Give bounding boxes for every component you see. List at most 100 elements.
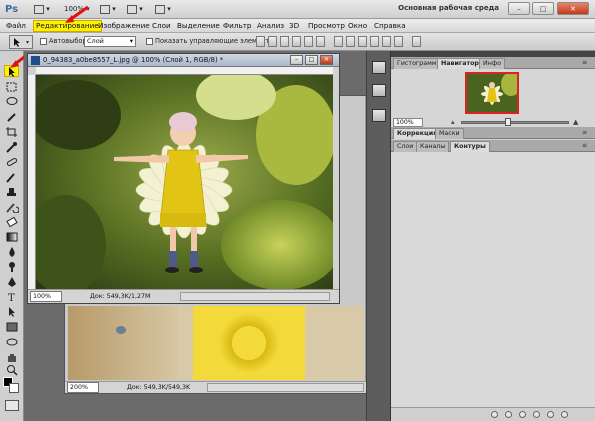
menu-3d[interactable]: 3D bbox=[287, 20, 301, 32]
panel-menu-icon-2[interactable]: ≡ bbox=[582, 129, 592, 136]
autoselect-checkbox[interactable]: Автовыбор: bbox=[40, 37, 89, 45]
auto-align-icon[interactable] bbox=[412, 36, 421, 47]
menu-filter[interactable]: Фильтр bbox=[221, 20, 253, 32]
type-tool[interactable]: T bbox=[4, 291, 19, 304]
distribute-right-icon[interactable] bbox=[394, 36, 403, 47]
move-tool-preset[interactable] bbox=[9, 35, 33, 49]
extras-icon[interactable]: ▾ bbox=[100, 3, 116, 15]
menu-window[interactable]: Окно bbox=[346, 20, 369, 32]
path-selection-tool[interactable] bbox=[4, 306, 19, 318]
secondary-horizontal-scrollbar[interactable] bbox=[207, 383, 364, 392]
eraser-tool[interactable] bbox=[4, 216, 19, 228]
screen-mode-icon[interactable]: ▾ bbox=[155, 3, 171, 15]
photo-canvas[interactable] bbox=[36, 75, 333, 291]
distribute-top-icon[interactable] bbox=[334, 36, 343, 47]
path-select-icon bbox=[9, 307, 15, 317]
panel-menu-icon[interactable]: ≡ bbox=[582, 59, 592, 66]
zoom-out-icon[interactable]: ▴ bbox=[451, 118, 455, 126]
new-path-icon[interactable] bbox=[547, 411, 554, 418]
distribute-left-icon[interactable] bbox=[370, 36, 379, 47]
brush-tool[interactable] bbox=[4, 171, 19, 183]
make-work-path-icon[interactable] bbox=[533, 411, 540, 418]
gradient-tool[interactable] bbox=[4, 231, 19, 243]
type-icon: T bbox=[8, 293, 15, 304]
horizontal-ruler[interactable] bbox=[36, 67, 333, 75]
workspace-switcher[interactable]: Основная рабочая среда bbox=[398, 4, 499, 12]
navigator-zoom-slider[interactable] bbox=[461, 121, 569, 124]
3d-rotate-tool[interactable] bbox=[4, 336, 19, 348]
stroke-path-icon[interactable] bbox=[505, 411, 512, 418]
tab-info[interactable]: Инфо bbox=[479, 58, 506, 69]
secondary-zoom-field[interactable]: 200% bbox=[67, 382, 99, 393]
hand-tool[interactable] bbox=[4, 351, 19, 363]
maximize-button[interactable]: □ bbox=[532, 2, 554, 15]
minimize-button[interactable]: – bbox=[508, 2, 530, 15]
show-controls-check[interactable] bbox=[146, 37, 153, 45]
navigator-zoom-field[interactable]: 100% bbox=[393, 118, 423, 127]
quick-selection-tool[interactable] bbox=[4, 111, 19, 123]
menu-select[interactable]: Выделение bbox=[175, 20, 222, 32]
eyedropper-tool[interactable] bbox=[4, 141, 19, 153]
align-bottom-icon[interactable] bbox=[280, 36, 289, 47]
background-color-swatch[interactable] bbox=[9, 383, 19, 393]
document-titlebar[interactable]: 0_94383_a0be8557_L.jpg @ 100% (Слой 1, R… bbox=[28, 54, 339, 67]
crop-tool[interactable] bbox=[4, 126, 19, 138]
align-hcenter-icon[interactable] bbox=[304, 36, 313, 47]
tab-masks[interactable]: Маски bbox=[435, 128, 464, 139]
vertical-ruler[interactable] bbox=[28, 75, 36, 291]
clone-source-icon[interactable] bbox=[372, 109, 386, 122]
tab-navigator[interactable]: Навигатор bbox=[437, 58, 483, 69]
tab-layers[interactable]: Слои bbox=[393, 141, 418, 152]
distribute-hcenter-icon[interactable] bbox=[382, 36, 391, 47]
doc-maximize-button[interactable]: □ bbox=[305, 55, 318, 65]
align-top-icon[interactable] bbox=[256, 36, 265, 47]
brushes-icon[interactable] bbox=[372, 84, 386, 97]
clone-stamp-tool[interactable] bbox=[4, 186, 19, 198]
panel-menu-icon-3[interactable]: ≡ bbox=[582, 142, 592, 149]
lasso-tool[interactable] bbox=[4, 96, 19, 108]
secondary-doc-info[interactable]: Док: 549,3K/549,3K bbox=[127, 382, 190, 393]
marquee-tool[interactable] bbox=[4, 81, 19, 93]
healing-brush-tool[interactable] bbox=[4, 156, 19, 168]
quick-mask-button[interactable] bbox=[5, 400, 19, 411]
menu-image[interactable]: Изображение bbox=[96, 20, 152, 32]
menu-analysis[interactable]: Анализ bbox=[255, 20, 286, 32]
delete-path-icon[interactable] bbox=[561, 411, 568, 418]
document-info[interactable]: Док: 549,3K/1,27M bbox=[90, 290, 150, 303]
autoselect-dropdown[interactable]: Слой ▾ bbox=[84, 36, 136, 47]
tab-channels[interactable]: Каналы bbox=[416, 141, 450, 152]
fill-path-icon[interactable] bbox=[491, 411, 498, 418]
arrange-documents-icon[interactable]: ▾ bbox=[127, 3, 143, 15]
align-vcenter-icon[interactable] bbox=[268, 36, 277, 47]
close-button[interactable]: ✕ bbox=[557, 2, 589, 15]
doc-minimize-button[interactable]: – bbox=[290, 55, 303, 65]
shape-tool[interactable] bbox=[4, 321, 19, 333]
menu-help[interactable]: Справка bbox=[372, 20, 408, 32]
dodge-tool[interactable] bbox=[4, 261, 19, 273]
tool-presets-icon[interactable] bbox=[372, 61, 386, 74]
tab-adjustments[interactable]: Коррекция bbox=[393, 128, 442, 139]
menu-layers[interactable]: Слои bbox=[150, 20, 173, 32]
navigator-slider-handle[interactable] bbox=[505, 118, 511, 126]
align-right-icon[interactable] bbox=[316, 36, 325, 47]
menu-view[interactable]: Просмотр bbox=[306, 20, 347, 32]
tab-paths[interactable]: Контуры bbox=[450, 141, 490, 152]
distribute-vcenter-icon[interactable] bbox=[346, 36, 355, 47]
bridge-icon[interactable]: ▾ bbox=[34, 3, 50, 15]
move-tool-icon bbox=[14, 38, 29, 47]
document-window-active[interactable]: 0_94383_a0be8557_L.jpg @ 100% (Слой 1, R… bbox=[27, 53, 340, 304]
align-left-icon[interactable] bbox=[292, 36, 301, 47]
zoom-tool[interactable] bbox=[4, 364, 19, 376]
pen-tool[interactable] bbox=[4, 276, 19, 288]
navigator-thumbnail[interactable] bbox=[465, 72, 519, 114]
doc-close-button[interactable]: ✕ bbox=[320, 55, 333, 65]
history-brush-tool[interactable] bbox=[4, 201, 20, 214]
menu-file[interactable]: Файл bbox=[4, 20, 28, 32]
blur-tool[interactable] bbox=[4, 246, 19, 258]
autoselect-check[interactable] bbox=[40, 37, 47, 45]
load-selection-icon[interactable] bbox=[519, 411, 526, 418]
document-horizontal-scrollbar[interactable] bbox=[180, 292, 330, 301]
document-zoom-field[interactable]: 100% bbox=[30, 291, 62, 302]
distribute-bottom-icon[interactable] bbox=[358, 36, 367, 47]
zoom-in-icon[interactable]: ▲ bbox=[573, 118, 578, 126]
